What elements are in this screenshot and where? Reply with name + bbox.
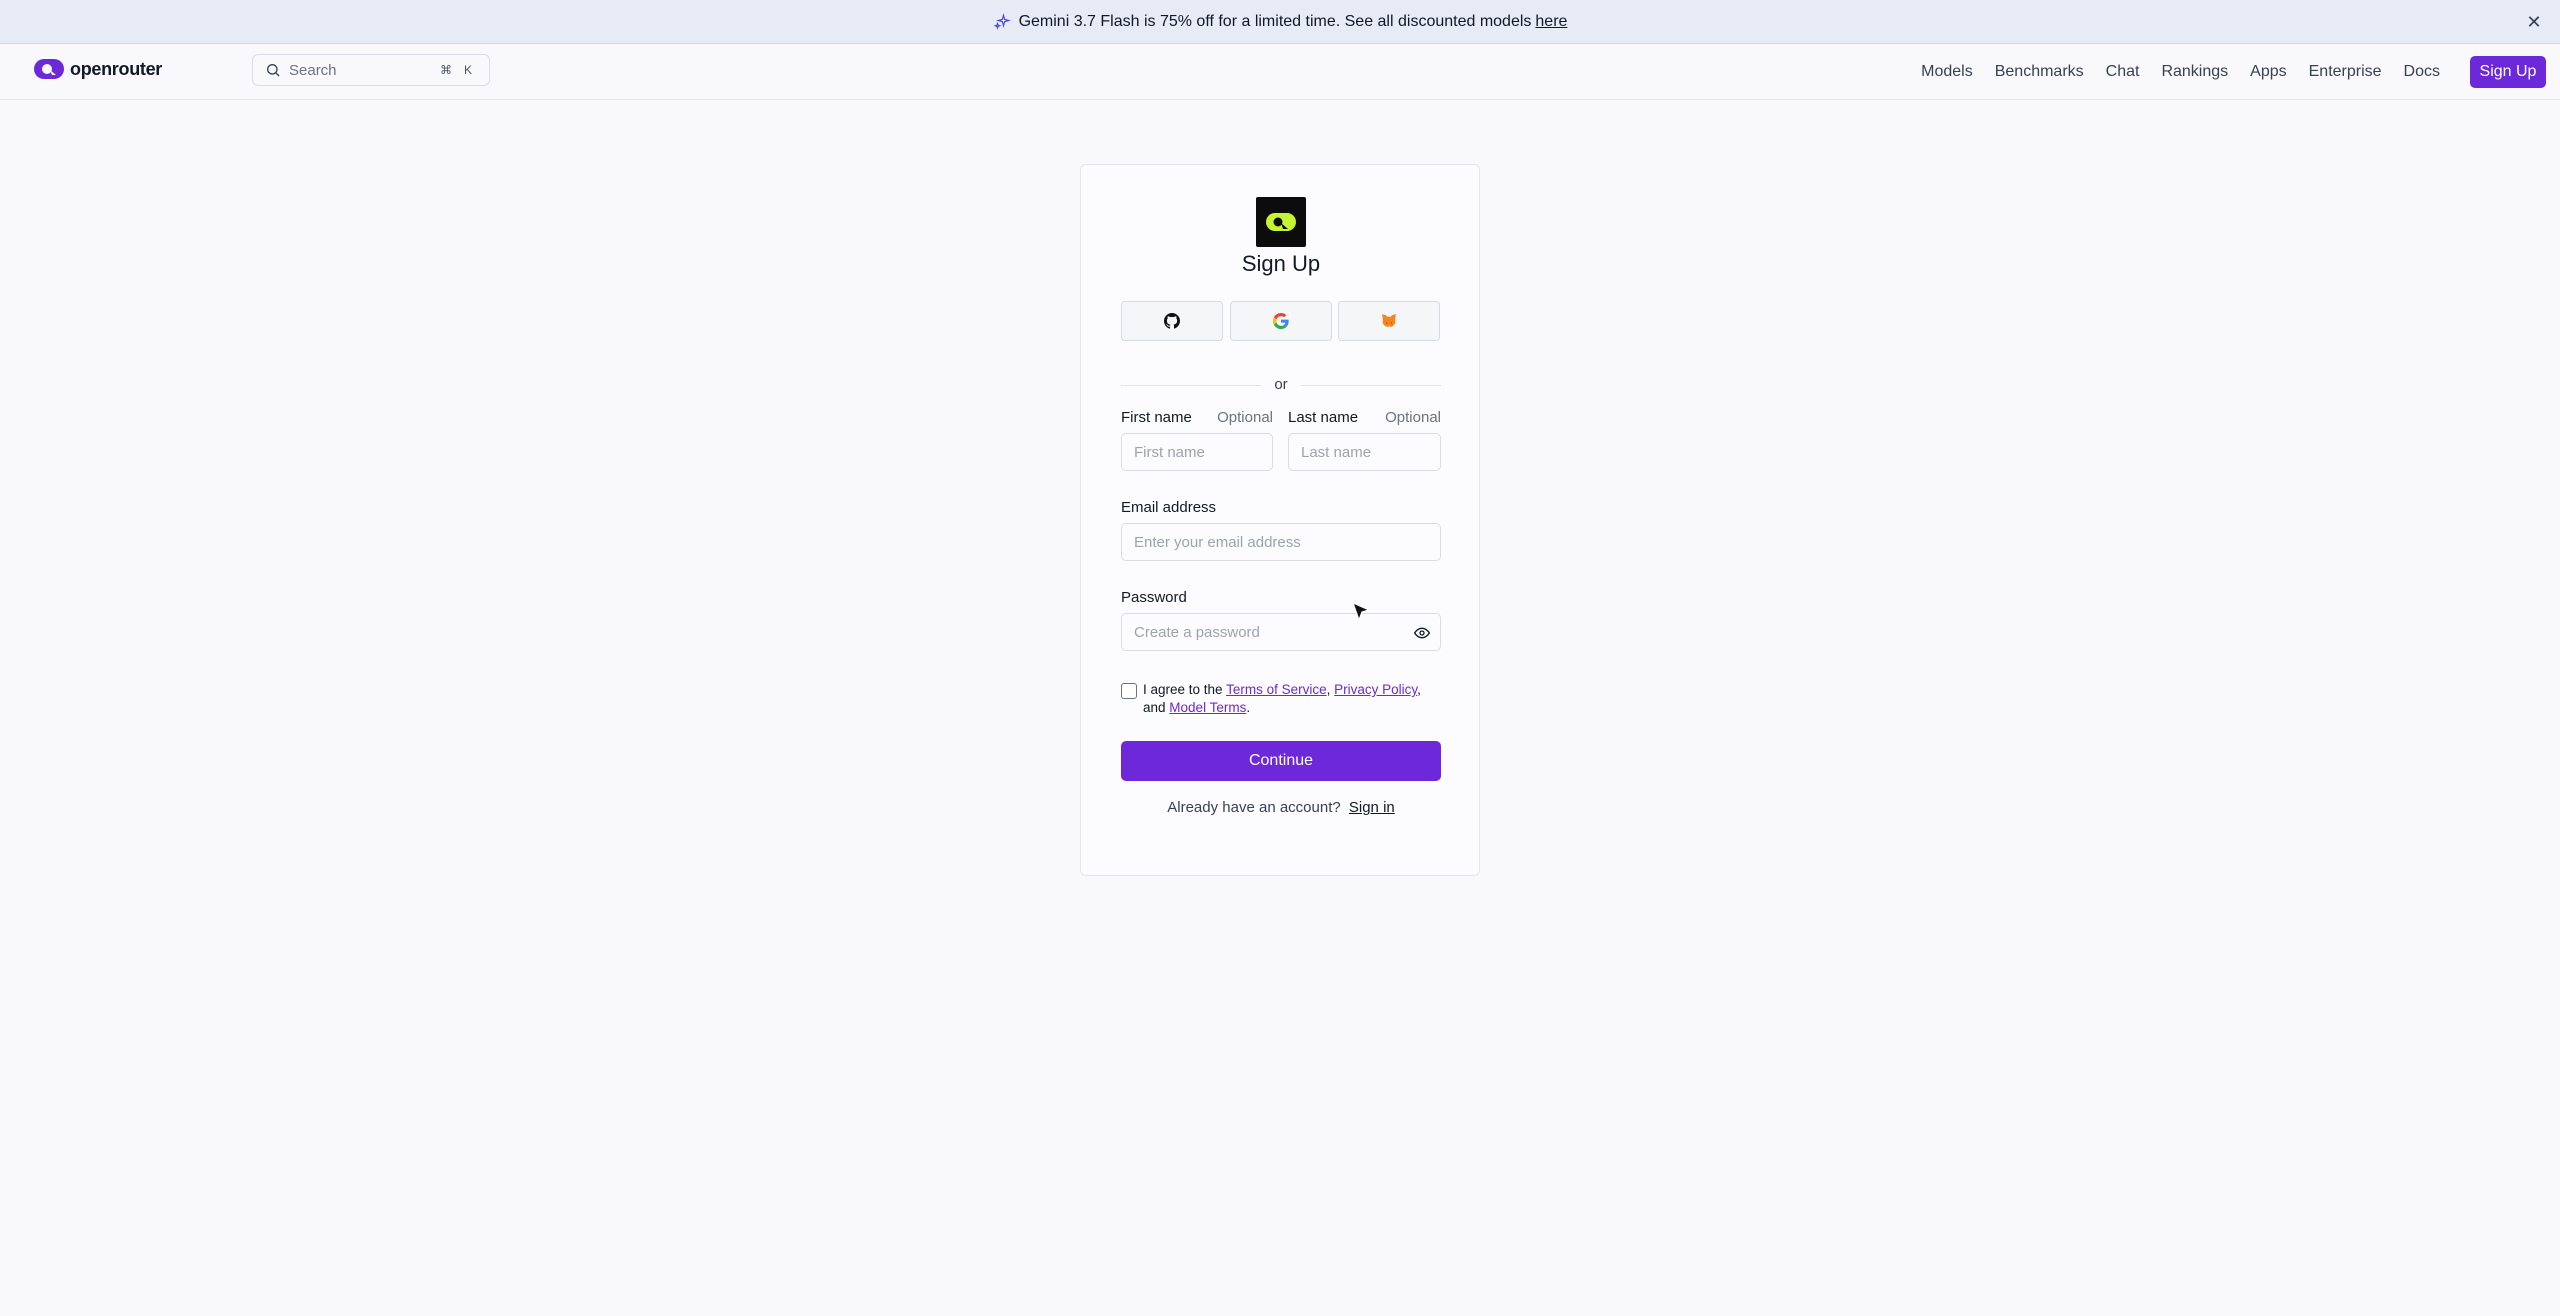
or-divider: or (1121, 375, 1441, 395)
banner-link[interactable]: here (1535, 13, 1567, 31)
continue-button[interactable]: Continue (1121, 741, 1441, 781)
shortcut-key: K (463, 63, 472, 77)
password-field[interactable]: Create a password (1121, 613, 1441, 651)
terms-period: . (1246, 700, 1251, 715)
shortcut-cmd: ⌘ (440, 63, 452, 77)
search-input[interactable]: Search ⌘ K (252, 54, 490, 86)
google-icon (1273, 313, 1289, 329)
terms-comma: , (1326, 682, 1331, 697)
openrouter-logo-icon (34, 59, 64, 79)
model-terms-link[interactable]: Model Terms (1169, 700, 1246, 715)
mouse-cursor-icon (1351, 601, 1371, 622)
sign-in-link[interactable]: Sign in (1349, 799, 1395, 816)
last-name-field[interactable]: Last name (1288, 433, 1441, 471)
brand-name: openrouter (70, 58, 163, 79)
or-text: or (1274, 376, 1288, 393)
last-name-label: Last name (1288, 409, 1359, 426)
password-placeholder: Create a password (1134, 623, 1260, 641)
nav-benchmarks[interactable]: Benchmarks (1995, 63, 2084, 81)
terms-prefix: I agree to the (1143, 682, 1223, 697)
terms-of-service-link[interactable]: Terms of Service (1226, 682, 1327, 697)
nav-models[interactable]: Models (1921, 63, 1973, 81)
nav-links: Models Benchmarks Chat Rankings Apps Ent… (1899, 44, 2440, 100)
privacy-policy-link[interactable]: Privacy Policy (1334, 682, 1417, 697)
password-label: Password (1121, 589, 1187, 606)
nav-enterprise[interactable]: Enterprise (2309, 63, 2382, 81)
search-placeholder: Search (289, 61, 337, 79)
first-name-label: First name (1121, 409, 1192, 426)
brand-logo[interactable]: openrouter (34, 58, 162, 80)
email-label: Email address (1121, 499, 1217, 516)
first-name-optional: Optional (1217, 409, 1273, 426)
email-field[interactable]: Enter your email address (1121, 523, 1441, 561)
terms-text: I agree to the Terms of Service, Privacy… (1143, 681, 1443, 717)
banner-text: Gemini 3.7 Flash is 75% off for a limite… (1018, 12, 1532, 30)
last-name-optional: Optional (1385, 409, 1441, 426)
card-logo-icon (1256, 197, 1306, 247)
sparkle-icon (993, 12, 1011, 30)
page-title: Sign Up (1241, 251, 1321, 276)
github-signin-button[interactable] (1121, 301, 1223, 341)
github-icon (1164, 313, 1180, 329)
signup-card: Sign Up or First name Optional First nam… (1080, 164, 1480, 876)
terms-checkbox[interactable] (1121, 683, 1137, 699)
eye-icon[interactable] (1414, 625, 1430, 641)
top-nav: openrouter Search ⌘ K Models Benchmarks … (0, 44, 2560, 100)
nav-chat[interactable]: Chat (2106, 63, 2140, 81)
nav-apps[interactable]: Apps (2250, 63, 2286, 81)
search-icon (267, 63, 280, 77)
nav-rankings[interactable]: Rankings (2161, 63, 2228, 81)
already-text: Already have an account? (1167, 799, 1341, 816)
close-icon[interactable]: ✕ (2522, 10, 2546, 34)
nav-signup-button[interactable]: Sign Up (2470, 56, 2546, 88)
metamask-icon (1382, 314, 1396, 327)
promo-banner: Gemini 3.7 Flash is 75% off for a limite… (0, 0, 2560, 44)
first-name-field[interactable]: First name (1121, 433, 1273, 471)
metamask-signin-button[interactable] (1338, 301, 1440, 341)
signin-prompt: Already have an account? Sign in (1081, 799, 1481, 816)
google-signin-button[interactable] (1230, 301, 1332, 341)
nav-docs[interactable]: Docs (2404, 63, 2440, 81)
